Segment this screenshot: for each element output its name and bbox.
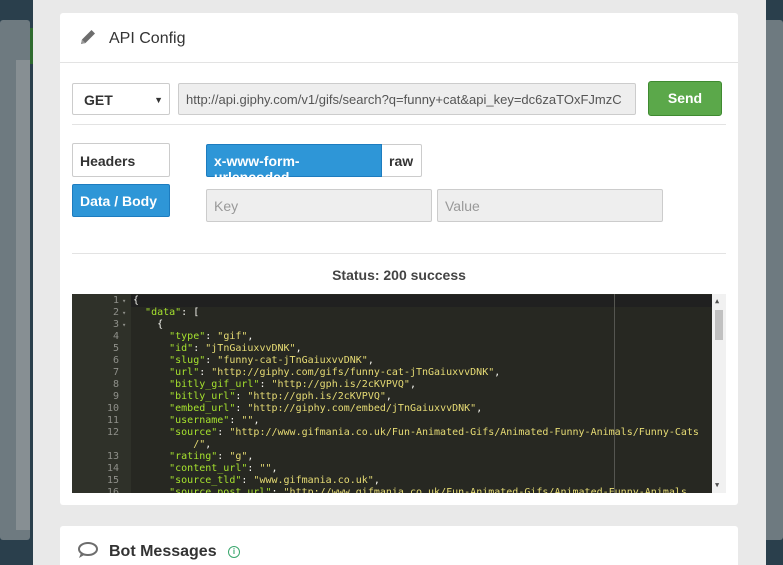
fold-toggle-icon[interactable]: ▾ — [122, 297, 126, 305]
line-number: 3 — [112, 319, 119, 330]
active-line-highlight — [131, 295, 726, 307]
line-number: 11 — [106, 415, 119, 426]
line-number: 1 — [112, 295, 119, 306]
code-line: "data": [ — [145, 307, 200, 318]
code-line: "source_tld": "www.gifmania.co.uk", — [169, 475, 380, 486]
line-number: 5 — [112, 343, 119, 354]
send-button[interactable]: Send — [648, 81, 722, 116]
bot-messages-panel: Bot Messages i — [60, 526, 738, 565]
background-sidebar — [0, 20, 30, 540]
method-value: GET — [84, 92, 113, 108]
line-number: 8 — [112, 379, 119, 390]
tab-headers[interactable]: Headers — [72, 143, 170, 177]
format-raw-button[interactable]: raw — [382, 144, 422, 177]
value-input[interactable]: Value — [437, 189, 663, 222]
api-config-title: API Config — [109, 30, 186, 47]
code-line: "bitly_url": "http://gph.is/2cKVPVQ", — [169, 391, 392, 402]
code-line: "id": "jTnGaiuxvvDNK", — [169, 343, 302, 354]
fold-toggle-icon[interactable]: ▾ — [122, 309, 126, 317]
tab-data-body[interactable]: Data / Body — [72, 184, 170, 217]
code-line: "username": "", — [169, 415, 260, 426]
info-icon[interactable]: i — [228, 546, 240, 558]
code-line: { — [133, 319, 164, 330]
line-number: 10 — [106, 403, 119, 414]
code-line: /", — [133, 439, 212, 450]
scroll-down-icon[interactable]: ▼ — [715, 481, 719, 489]
code-line: "content_url": "", — [169, 463, 278, 474]
code-line: "embed_url": "http://giphy.com/embed/jTn… — [169, 403, 483, 414]
scroll-thumb[interactable] — [715, 310, 723, 340]
code-line: "bitly_gif_url": "http://gph.is/2cKVPVQ"… — [169, 379, 416, 390]
fold-toggle-icon[interactable]: ▾ — [122, 321, 126, 329]
api-config-panel: API Config GET ▼ http://api.giphy.com/v1… — [60, 13, 738, 505]
scroll-up-icon[interactable]: ▲ — [715, 297, 719, 305]
key-input[interactable]: Key — [206, 189, 432, 222]
method-select[interactable]: GET ▼ — [72, 83, 170, 115]
line-number: 12 — [106, 427, 119, 438]
format-urlencoded-button[interactable]: x-www-form-urlencoded — [206, 144, 382, 185]
line-number: 16 — [106, 487, 119, 493]
line-number: 4 — [112, 331, 119, 342]
response-editor[interactable]: 1 ▾{2 ▾ "data": [3 ▾ {4 "type": "gif", 5 "id… — [72, 294, 726, 493]
bot-messages-title: Bot Messages — [109, 543, 217, 560]
print-margin — [614, 294, 615, 493]
chevron-down-icon: ▼ — [154, 95, 163, 105]
divider — [72, 253, 726, 254]
speech-bubble-icon — [77, 541, 99, 561]
background-right-panel — [763, 20, 783, 540]
background-sidebar-inner — [16, 60, 30, 530]
code-line: "slug": "funny-cat-jTnGaiuxvvDNK", — [169, 355, 374, 366]
code-line: "url": "http://giphy.com/gifs/funny-cat-… — [169, 367, 501, 378]
modal: API Config GET ▼ http://api.giphy.com/v1… — [33, 0, 766, 565]
divider — [72, 124, 726, 125]
line-number: 9 — [112, 391, 119, 402]
url-input[interactable]: http://api.giphy.com/v1/gifs/search?q=fu… — [178, 83, 636, 115]
code-line: "rating": "g", — [169, 451, 254, 462]
pencil-icon — [78, 27, 98, 47]
line-number: 7 — [112, 367, 119, 378]
line-number: 14 — [106, 463, 119, 474]
api-config-header: API Config — [60, 13, 738, 63]
line-number: 13 — [106, 451, 119, 462]
status-text: Status: 200 success — [332, 267, 466, 283]
code-line: "source": "http://www.gifmania.co.uk/Fun… — [169, 427, 699, 438]
line-number: 2 — [112, 307, 119, 318]
editor-scrollbar[interactable]: ▲ ▼ — [712, 294, 726, 493]
code-line: { — [133, 295, 140, 306]
line-number: 6 — [112, 355, 119, 366]
code-line: "source_post_url": "http://www.gifmania.… — [169, 487, 687, 493]
line-number: 15 — [106, 475, 119, 486]
code-line: "type": "gif", — [169, 331, 254, 342]
